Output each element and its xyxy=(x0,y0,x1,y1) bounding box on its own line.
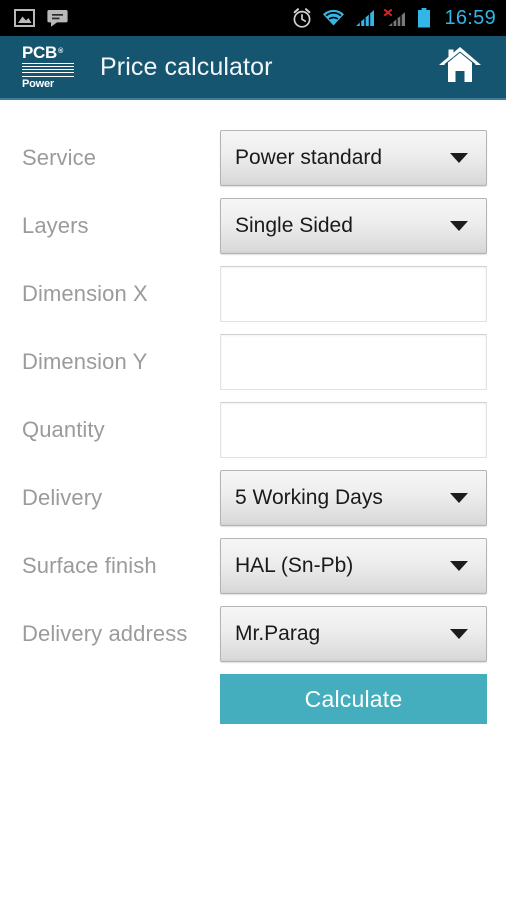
logo-stripes xyxy=(22,63,74,75)
label-surface-finish: Surface finish xyxy=(22,553,157,578)
dropdown-surface-finish[interactable]: HAL (Sn-Pb) xyxy=(220,538,487,594)
signal-bars-icon xyxy=(354,9,375,27)
logo-power-text: Power xyxy=(22,76,74,90)
chevron-down-icon xyxy=(450,493,468,503)
registered-trademark-icon: ® xyxy=(58,48,63,55)
form-row-surface-finish: Surface finish HAL (Sn-Pb) xyxy=(0,532,506,600)
form-row-submit: Calculate xyxy=(0,674,506,734)
calculate-button[interactable]: Calculate xyxy=(220,674,487,724)
chevron-down-icon xyxy=(450,221,468,231)
form-row-delivery: Delivery 5 Working Days xyxy=(0,464,506,532)
alarm-clock-icon xyxy=(291,7,313,29)
form-row-service: Service Power standard xyxy=(0,124,506,192)
dropdown-delivery-value: 5 Working Days xyxy=(235,486,383,509)
dimension-y-input[interactable] xyxy=(220,334,487,390)
pcb-power-logo: PCB ® Power xyxy=(22,43,78,90)
logo-pcb-text: PCB ® xyxy=(22,43,63,62)
dropdown-delivery[interactable]: 5 Working Days xyxy=(220,470,487,526)
status-bar-left-icons xyxy=(14,9,68,28)
label-layers: Layers xyxy=(22,213,89,238)
app-header: PCB ® Power Price calculator xyxy=(0,36,506,100)
page-title: Price calculator xyxy=(100,52,273,81)
message-bubble-icon xyxy=(47,9,68,28)
form-row-delivery-address: Delivery address Mr.Parag xyxy=(0,600,506,668)
dropdown-layers[interactable]: Single Sided xyxy=(220,198,487,254)
dropdown-service-value: Power standard xyxy=(235,146,383,169)
quantity-input[interactable] xyxy=(220,402,487,458)
wifi-icon xyxy=(322,9,345,27)
label-dimension-y: Dimension Y xyxy=(22,349,148,374)
home-button[interactable] xyxy=(434,44,486,90)
dropdown-surface-finish-value: HAL (Sn-Pb) xyxy=(235,554,354,577)
label-dimension-x: Dimension X xyxy=(22,281,148,306)
label-delivery: Delivery xyxy=(22,485,103,510)
dimension-x-input[interactable] xyxy=(220,266,487,322)
status-bar-right-icons: 16:59 xyxy=(291,7,496,30)
dropdown-delivery-address[interactable]: Mr.Parag xyxy=(220,606,487,662)
price-calculator-form: Service Power standard Layers Single Sid… xyxy=(0,100,506,734)
form-row-quantity: Quantity xyxy=(0,396,506,464)
label-service: Service xyxy=(22,145,97,170)
status-bar-clock: 16:59 xyxy=(444,6,496,29)
chevron-down-icon xyxy=(450,153,468,163)
dropdown-layers-value: Single Sided xyxy=(235,214,353,237)
dropdown-delivery-address-value: Mr.Parag xyxy=(235,622,321,645)
signal-bars-no-service-icon xyxy=(384,9,408,27)
form-row-dimension-x: Dimension X xyxy=(0,260,506,328)
chevron-down-icon xyxy=(450,629,468,639)
home-icon xyxy=(437,44,483,91)
dropdown-service[interactable]: Power standard xyxy=(220,130,487,186)
battery-icon xyxy=(417,8,431,28)
label-quantity: Quantity xyxy=(22,417,105,442)
label-delivery-address: Delivery address xyxy=(22,621,188,646)
form-row-dimension-y: Dimension Y xyxy=(0,328,506,396)
form-row-layers: Layers Single Sided xyxy=(0,192,506,260)
chevron-down-icon xyxy=(450,561,468,571)
gallery-image-icon xyxy=(14,9,35,27)
status-bar: 16:59 xyxy=(0,0,506,36)
